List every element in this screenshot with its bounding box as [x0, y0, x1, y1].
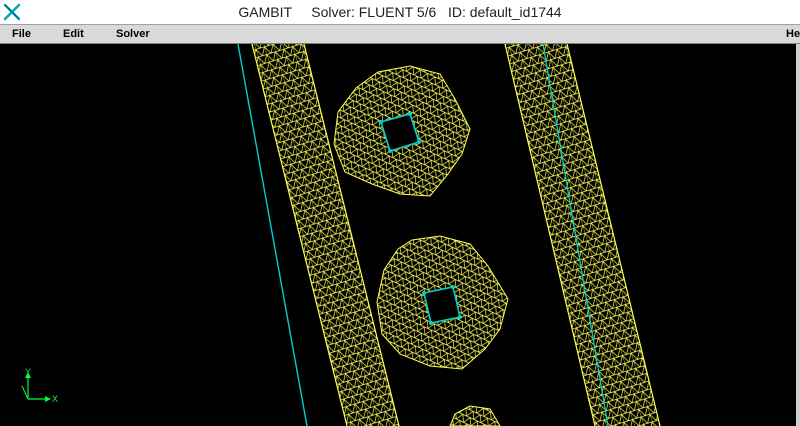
mesh-display[interactable]: Y X: [0, 44, 800, 426]
bottom-mesh-region: [449, 405, 501, 426]
lower-mesh-region: [376, 235, 509, 370]
axis-x-label: X: [52, 394, 58, 404]
axis-y-label: Y: [25, 367, 31, 377]
right-mesh-band: [504, 44, 661, 426]
axis-triad: Y X: [21, 367, 58, 404]
upper-mesh-region: [333, 65, 471, 197]
menu-solver[interactable]: Solver: [116, 28, 150, 40]
menu-edit[interactable]: Edit: [63, 28, 84, 40]
menu-bar: File Edit Solver He: [0, 24, 800, 44]
menu-file[interactable]: File: [12, 28, 31, 40]
lower-square-hole: [423, 286, 461, 324]
menu-help[interactable]: He: [786, 28, 800, 40]
graphics-window[interactable]: Y X: [0, 44, 800, 426]
right-scrollbar[interactable]: [796, 44, 800, 426]
title-bar: GAMBIT Solver: FLUENT 5/6 ID: default_id…: [0, 0, 800, 24]
window-title: GAMBIT Solver: FLUENT 5/6 ID: default_id…: [238, 4, 562, 20]
